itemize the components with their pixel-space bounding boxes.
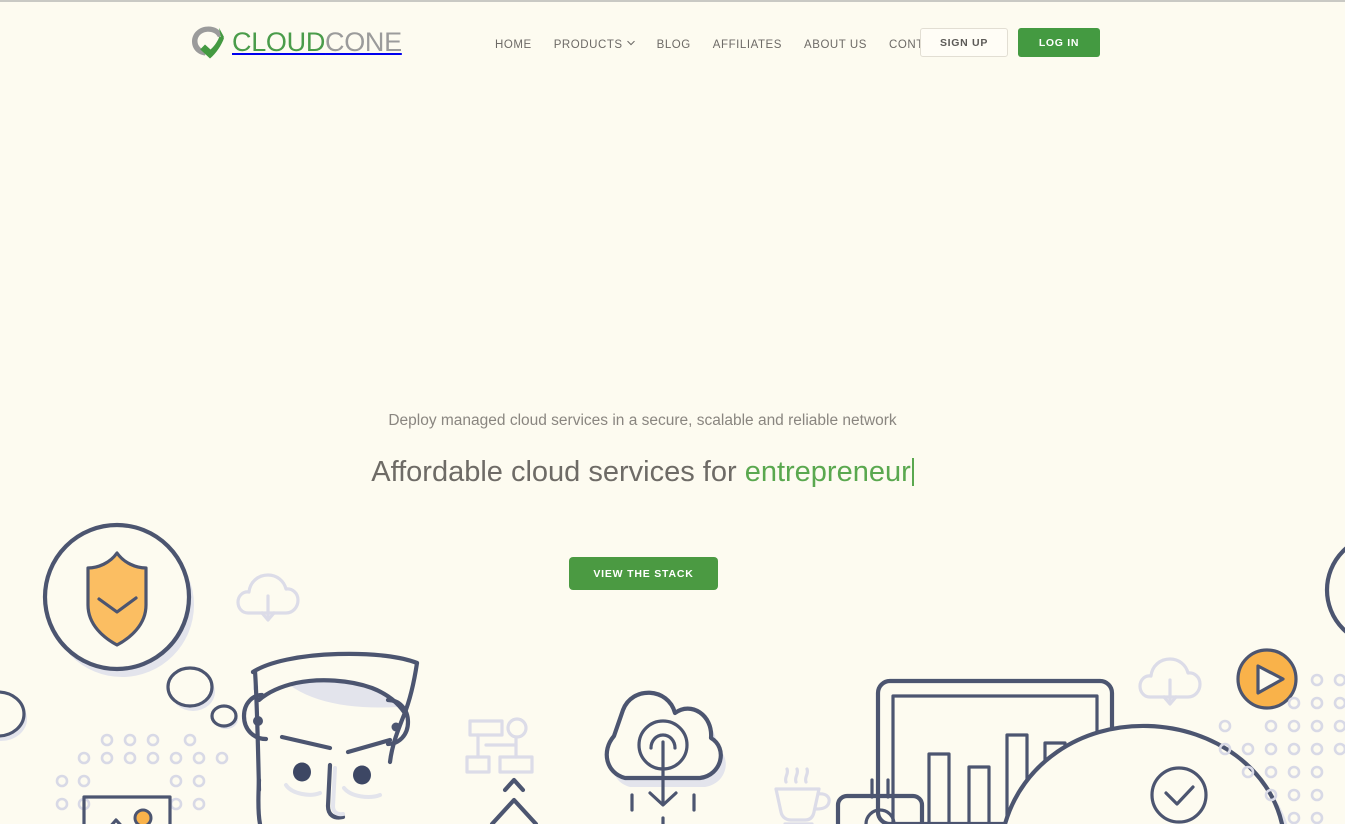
view-the-stack-button[interactable]: VIEW THE STACK bbox=[569, 557, 718, 590]
sitemap-network-icon bbox=[465, 717, 534, 774]
dot-grid-right bbox=[1218, 673, 1345, 824]
thought-bubble-small bbox=[166, 666, 215, 711]
sign-up-button[interactable]: SIGN UP bbox=[920, 28, 1008, 57]
nav-products-label: PRODUCTS bbox=[553, 39, 623, 51]
coffee-cup-icon bbox=[774, 767, 831, 824]
play-button-circle bbox=[1236, 648, 1298, 710]
logo-wordmark: CLOUDCONE bbox=[232, 22, 402, 62]
thought-bubble-tiny bbox=[210, 704, 238, 729]
logo-text-cone: CONE bbox=[325, 27, 402, 57]
thought-bubble-shield-check bbox=[42, 522, 194, 677]
typing-caret bbox=[911, 458, 914, 486]
hero-headline-typed: entrepreneur bbox=[744, 456, 911, 488]
nav-blog-label: BLOG bbox=[656, 39, 691, 51]
nav-affiliates[interactable]: AFFILIATES bbox=[702, 39, 793, 51]
hero-illustration: .ink { fill:none; stroke:#4c5570; stroke… bbox=[0, 522, 1345, 824]
hero-section: Deploy managed cloud services in a secur… bbox=[0, 0, 1345, 824]
large-circle-outline bbox=[1324, 546, 1345, 634]
cloud-download-icon-right bbox=[1138, 657, 1202, 706]
nav-blog[interactable]: BLOG bbox=[646, 39, 702, 51]
arrow-up-chevron bbox=[489, 777, 539, 824]
nav-home[interactable]: HOME bbox=[484, 39, 543, 51]
site-header: CLOUDCONE HOME PRODUCTS BLOG AFFILIATES … bbox=[0, 2, 1345, 80]
chevron-down-icon bbox=[626, 40, 635, 46]
nav-products[interactable]: PRODUCTS bbox=[543, 39, 646, 51]
hero-headline: Affordable cloud services for entreprene… bbox=[0, 456, 1285, 489]
site-logo[interactable]: CLOUDCONE bbox=[186, 22, 402, 62]
nav-home-label: HOME bbox=[495, 39, 532, 51]
logo-text-cloud: CLOUD bbox=[232, 27, 326, 57]
nav-about-us[interactable]: ABOUT US bbox=[793, 39, 878, 51]
person-face bbox=[241, 651, 420, 824]
cloud-download-arrow bbox=[604, 690, 726, 824]
cloud-download-icon-left bbox=[236, 573, 300, 622]
dot-grid-left bbox=[55, 733, 229, 811]
log-in-button[interactable]: LOG IN bbox=[1018, 28, 1100, 57]
hero-headline-static: Affordable cloud services for bbox=[371, 456, 745, 488]
thought-bubble-edge bbox=[0, 690, 27, 741]
photo-image-icon bbox=[82, 795, 172, 824]
laptop-bar-chart bbox=[875, 678, 1115, 824]
cloudcone-swirl-logo-icon bbox=[192, 26, 225, 59]
nav-about-us-label: ABOUT US bbox=[804, 39, 867, 51]
nav-affiliates-label: AFFILIATES bbox=[712, 39, 782, 51]
check-circle-icon bbox=[1150, 766, 1208, 824]
large-bubble-shape-right bbox=[1002, 723, 1288, 824]
hero-subheadline: Deploy managed cloud services in a secur… bbox=[388, 412, 897, 429]
plug-icon bbox=[835, 778, 925, 824]
